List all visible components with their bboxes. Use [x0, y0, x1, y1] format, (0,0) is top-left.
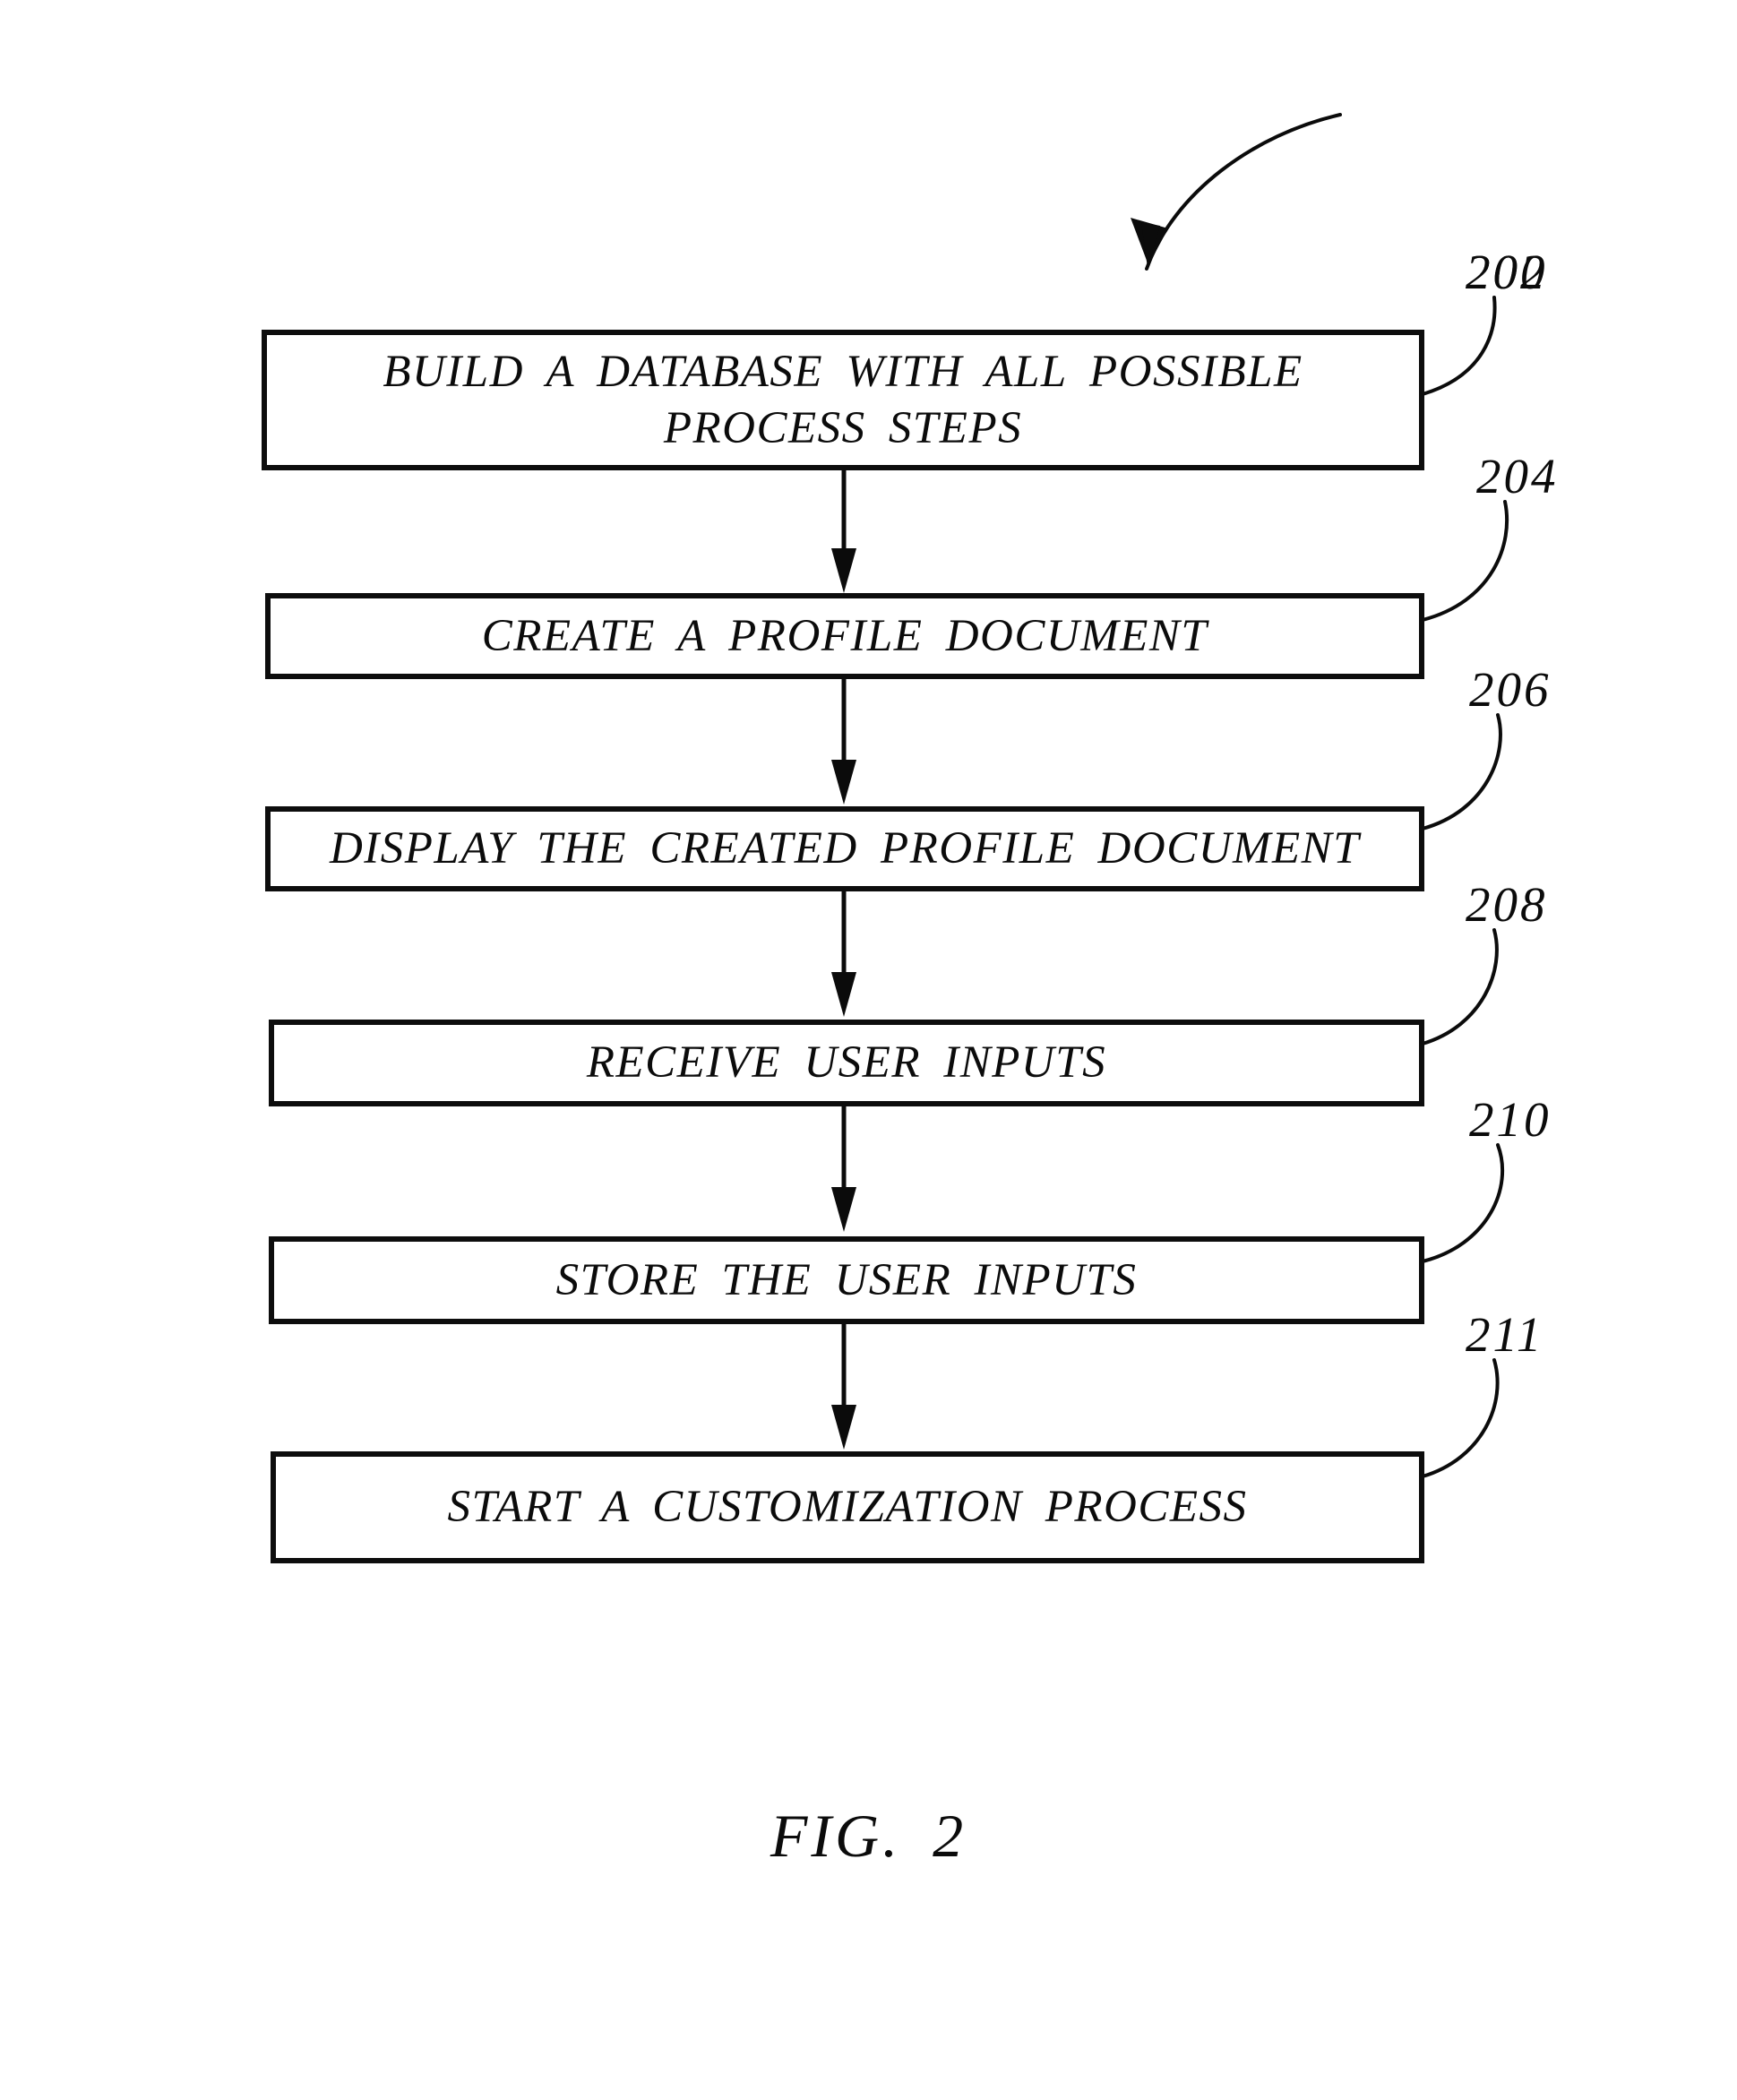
- reference-numeral-211: 211: [1466, 1307, 1544, 1362]
- process-box-206: DISPLAY THE CREATED PROFILE DOCUMENT: [265, 806, 1424, 891]
- reference-numeral-206: 206: [1469, 662, 1552, 717]
- patent-figure: 200 BUILD A DATABASE WITH ALL POSSIBLE P…: [0, 0, 1737, 2100]
- process-box-label-210: STORE THE USER INPUTS: [555, 1254, 1138, 1305]
- process-box-label-211: START A CUSTOMIZATION PROCESS: [447, 1482, 1248, 1533]
- process-box-label-202: BUILD A DATABASE WITH ALL POSSIBLE PROCE…: [383, 347, 1303, 453]
- connector-206-208: [831, 891, 856, 1017]
- process-box-label-204: CREATE A PROFILE DOCUMENT: [481, 610, 1208, 661]
- process-box-202: BUILD A DATABASE WITH ALL POSSIBLE PROCE…: [262, 330, 1424, 470]
- connector-202-204: [831, 470, 856, 593]
- leader-line-210: [1421, 1143, 1505, 1263]
- process-box-208: RECEIVE USER INPUTS: [269, 1020, 1424, 1106]
- process-box-211: START A CUSTOMIZATION PROCESS: [271, 1451, 1424, 1563]
- process-box-label-208: RECEIVE USER INPUTS: [586, 1037, 1107, 1089]
- leader-line-204: [1421, 500, 1509, 622]
- connector-208-210: [831, 1106, 856, 1232]
- leader-line-211: [1421, 1358, 1500, 1478]
- leader-line-200: [1131, 113, 1342, 271]
- figure-caption: FIG. 2: [770, 1802, 967, 1870]
- leader-line-208: [1421, 928, 1499, 1046]
- connector-204-206: [831, 679, 856, 805]
- process-box-label-206: DISPLAY THE CREATED PROFILE DOCUMENT: [329, 823, 1361, 874]
- reference-numeral-210: 210: [1469, 1092, 1552, 1147]
- reference-numeral-204: 204: [1476, 449, 1559, 503]
- connector-210-211: [831, 1324, 856, 1450]
- process-box-210: STORE THE USER INPUTS: [269, 1236, 1424, 1324]
- reference-numeral-208: 208: [1466, 877, 1548, 932]
- process-box-204: CREATE A PROFILE DOCUMENT: [265, 593, 1424, 679]
- leader-line-202: [1421, 296, 1497, 396]
- leader-line-206: [1421, 713, 1502, 831]
- reference-numeral-202: 202: [1466, 245, 1548, 299]
